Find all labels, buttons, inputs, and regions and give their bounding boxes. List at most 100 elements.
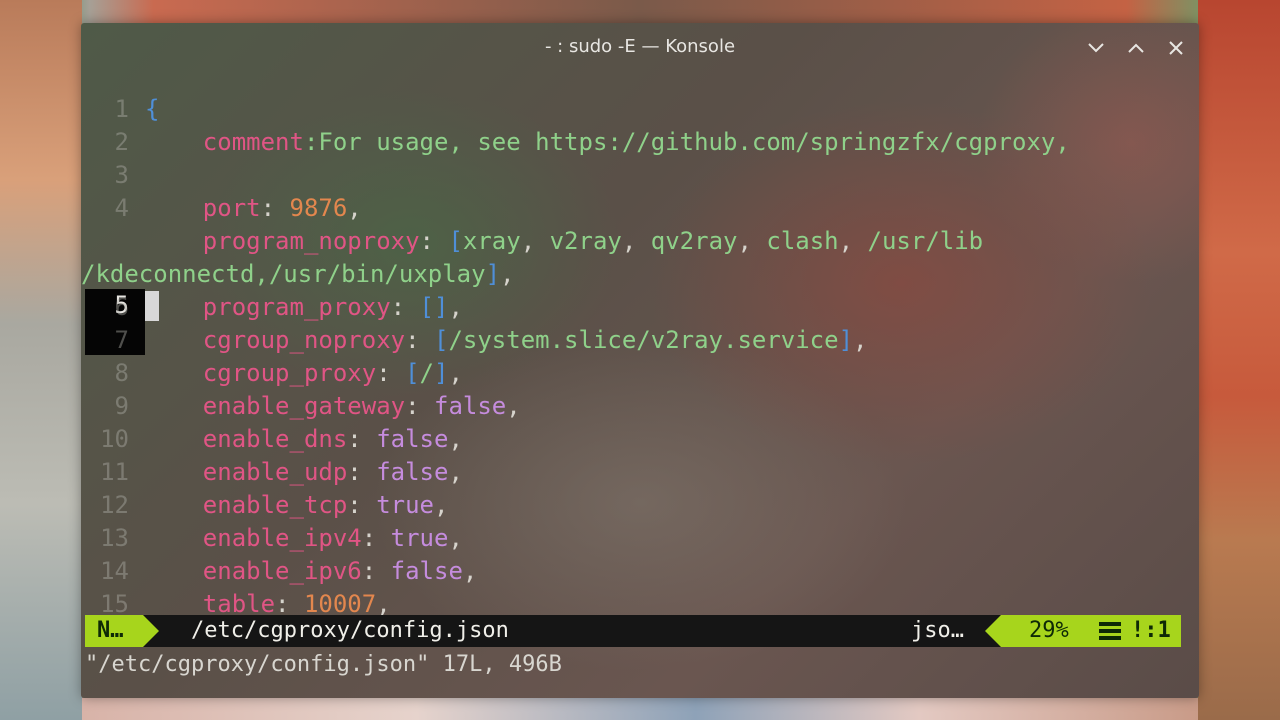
code-line[interactable]: 9 enable_gateway: false,	[81, 390, 1191, 423]
code-token: enable_udp	[145, 458, 348, 486]
code-token: ]	[485, 260, 501, 288]
line-code: enable_gateway: false,	[145, 390, 521, 423]
code-token: [	[434, 326, 449, 354]
code-line[interactable]: 3	[81, 159, 1191, 192]
wallpaper-right	[1198, 0, 1280, 720]
line-number: 11	[100, 458, 129, 486]
code-token: ]	[838, 326, 854, 354]
code-token: :	[347, 425, 377, 453]
close-button[interactable]	[1163, 35, 1189, 61]
line-number: 14	[100, 557, 129, 585]
code-token: :	[347, 491, 377, 519]
line-number: 2	[114, 128, 129, 156]
code-token: ,	[737, 227, 767, 255]
code-token: ,	[462, 557, 478, 585]
code-line[interactable]: 7 cgroup_noproxy: [/system.slice/v2ray.s…	[81, 324, 1191, 357]
code-token: 10007	[303, 590, 377, 618]
code-token: :	[347, 458, 377, 486]
code-token: :	[361, 524, 391, 552]
code-token: :	[390, 293, 420, 321]
line-number: 4	[114, 194, 129, 222]
line-code: /kdeconnectd,/usr/bin/uxplay],	[81, 258, 514, 291]
line-number: 12	[100, 491, 129, 519]
status-column: !:1	[1131, 618, 1171, 643]
code-line[interactable]: 4 port: 9876,	[81, 192, 1191, 225]
minimize-button[interactable]	[1083, 35, 1109, 61]
code-token: ,	[853, 326, 868, 354]
mode-indicator: N…	[85, 615, 143, 647]
code-token: ,	[448, 293, 463, 321]
code-token: 9876	[289, 194, 348, 222]
code-token: :	[361, 557, 391, 585]
code-line[interactable]: 2 comment:For usage, see https://github.…	[81, 126, 1191, 159]
line-number: 13	[100, 524, 129, 552]
line-code: enable_ipv6: false,	[145, 555, 478, 588]
code-token: ,	[434, 491, 449, 519]
close-icon	[1169, 41, 1183, 55]
code-token: enable_tcp	[145, 491, 348, 519]
code-line[interactable]: program_noproxy: [xray, v2ray, qv2ray, c…	[81, 225, 1191, 258]
line-number: 6	[114, 293, 129, 321]
code-line[interactable]: 12 enable_tcp: true,	[81, 489, 1191, 522]
code-token: qv2ray	[650, 227, 738, 255]
line-code: comment:For usage, see https://github.co…	[145, 126, 1070, 159]
line-code: cgroup_noproxy: [/system.slice/v2ray.ser…	[145, 324, 868, 357]
code-line[interactable]: 14 enable_ipv6: false,	[81, 555, 1191, 588]
line-code: {	[145, 93, 159, 126]
code-token: /usr/lib	[867, 227, 984, 255]
code-token: port	[145, 194, 261, 222]
code-token: ,	[448, 425, 463, 453]
line-code: program_proxy: [],	[145, 291, 463, 324]
code-token: enable_gateway	[145, 392, 406, 420]
line-number: 7	[114, 326, 129, 354]
maximize-button[interactable]	[1123, 35, 1149, 61]
vim-statusline: N… /etc/cgproxy/config.json jso… 29% !:1	[85, 615, 1181, 647]
code-token: ,	[347, 194, 362, 222]
code-token: :	[275, 590, 304, 618]
code-line[interactable]: 13 enable_ipv4: true,	[81, 522, 1191, 555]
konsole-window: - : sudo -E — Konsole 5 1{2 comment:For …	[81, 23, 1199, 698]
code-token: /	[419, 359, 434, 387]
code-token: enable_ipv6	[145, 557, 362, 585]
line-code: enable_dns: false,	[145, 423, 463, 456]
code-line[interactable]: 1{	[81, 93, 1191, 126]
wallpaper-bottom	[82, 698, 1198, 720]
code-token: false	[390, 557, 463, 585]
code-token: true	[390, 524, 449, 552]
window-titlebar[interactable]: - : sudo -E — Konsole	[81, 23, 1199, 71]
line-code: cgroup_proxy: [/],	[145, 357, 463, 390]
line-code: enable_ipv4: true,	[145, 522, 463, 555]
right-separator-arrow	[985, 615, 1001, 647]
status-filename: /etc/cgproxy/config.json	[191, 618, 509, 643]
code-token: false	[376, 458, 449, 486]
code-token: :	[405, 392, 434, 420]
code-token: :	[260, 194, 290, 222]
code-token: v2ray	[549, 227, 622, 255]
code-token: [	[405, 359, 420, 387]
code-token: program_proxy	[145, 293, 391, 321]
code-token: :	[419, 227, 449, 255]
code-token: ,	[838, 227, 868, 255]
code-line[interactable]: 11 enable_udp: false,	[81, 456, 1191, 489]
line-number: 3	[114, 161, 129, 189]
code-token: program_noproxy	[145, 227, 420, 255]
code-token: clash	[766, 227, 839, 255]
status-position-segment: 29% !:1	[1001, 615, 1181, 647]
code-line[interactable]: 8 cgroup_proxy: [/],	[81, 357, 1191, 390]
code-token: enable_ipv4	[145, 524, 362, 552]
code-token: cgroup_noproxy	[145, 326, 406, 354]
line-number: 9	[114, 392, 129, 420]
code-token: :	[405, 326, 434, 354]
code-token: false	[434, 392, 507, 420]
vim-editor[interactable]: 5 1{2 comment:For usage, see https://git…	[81, 93, 1199, 621]
code-token: ,	[506, 392, 521, 420]
code-line[interactable]: 10 enable_dns: false,	[81, 423, 1191, 456]
code-token: ,	[448, 458, 463, 486]
code-token: [	[448, 227, 463, 255]
code-token: ,	[376, 590, 391, 618]
window-title: - : sudo -E — Konsole	[544, 36, 736, 57]
code-line[interactable]: 6 program_proxy: [],	[81, 291, 1191, 324]
line-number: 10	[100, 425, 129, 453]
code-line[interactable]: /kdeconnectd,/usr/bin/uxplay],	[81, 258, 1191, 291]
line-code: enable_udp: false,	[145, 456, 463, 489]
